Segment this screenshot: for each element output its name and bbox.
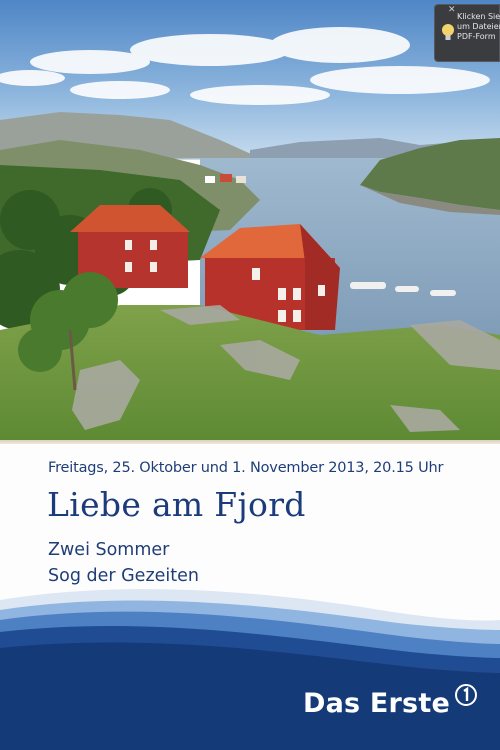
lightbulb-icon [442, 24, 454, 40]
page-title: Liebe am Fjord [47, 485, 306, 524]
broadcaster-name: Das Erste [303, 688, 450, 719]
pdf-notice-line-1: Klicken Sie [457, 12, 500, 21]
pdf-notice-line-2: um Dateien [457, 22, 500, 31]
pdf-notice-popup[interactable]: ✕ Klicken Sie um Dateien PDF-Form [434, 4, 500, 62]
pdf-notice-line-3: PDF-Form [457, 32, 496, 41]
subtitle-second-episode: Sog der Gezeiten [48, 566, 199, 586]
broadcast-date: Freitags, 25. Oktober und 1. November 20… [48, 460, 444, 476]
subtitle-first-episode: Zwei Sommer [48, 540, 170, 560]
fjord-photo [0, 0, 500, 440]
wave-band [0, 589, 500, 750]
ard-one-logo-icon [455, 684, 477, 706]
